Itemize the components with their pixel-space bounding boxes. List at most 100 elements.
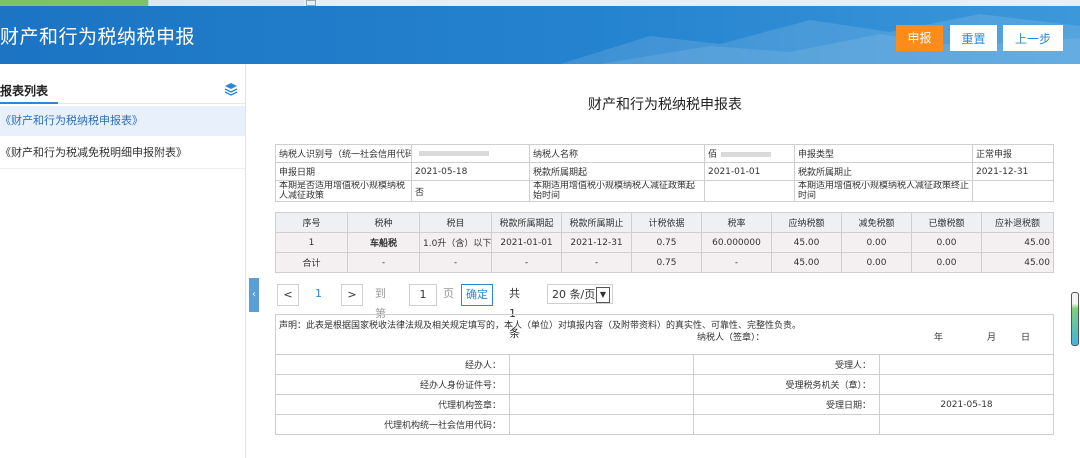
declare-date-value: 2021-05-18	[411, 162, 530, 181]
next-page-button[interactable]: >	[341, 284, 363, 306]
current-page-number[interactable]: 1	[315, 284, 322, 304]
total-cell: -	[561, 252, 632, 273]
total-cell: -	[419, 252, 492, 273]
column-header: 减免税额	[841, 212, 912, 233]
page-size-value: 20 条/页	[552, 288, 596, 301]
day-label: 日	[1021, 333, 1031, 343]
total-cell: 0.00	[841, 252, 912, 273]
page-title: 财产和行为税纳税申报	[0, 26, 196, 48]
previous-step-button[interactable]: 上一步	[1003, 25, 1063, 51]
org-seal-value	[509, 394, 694, 415]
taxpayer-sign-label: 纳税人（签章）：	[697, 333, 765, 343]
declare-date-label: 申报日期	[275, 162, 412, 181]
agent-label: 经办人：	[275, 354, 510, 375]
declaration-statement-cell: 声明：此表是根据国家税收法律法规及相关规定填写的，本人（单位）对填报内容（及附带…	[274, 314, 1055, 355]
table-cell: 1	[275, 232, 348, 253]
policy-end-label: 本期适用增值税小规模纳税人减征政策终止时间	[794, 180, 973, 202]
total-cell: 0.00	[911, 252, 982, 273]
total-count: 共1条	[509, 287, 520, 340]
table-cell: 0.00	[841, 232, 912, 253]
layers-icon[interactable]	[224, 82, 238, 96]
table-header-row: 序号 税种 税目 税款所属期起 税款所属期止 计税依据 税率 应纳税额 减免税额…	[275, 212, 1054, 233]
table-cell: 2021-12-31	[561, 232, 632, 253]
policy-start-label: 本期适用增值税小规模纳税人减征政策起始时间	[529, 180, 705, 202]
column-header: 税款所属期起	[491, 212, 562, 233]
total-cell: 0.75	[631, 252, 702, 273]
total-cell: 45.00	[981, 252, 1054, 273]
redacted-value	[721, 152, 772, 157]
column-header: 计税依据	[631, 212, 702, 233]
column-header: 税种	[347, 212, 420, 233]
declare-type-label: 申报类型	[794, 144, 973, 163]
empty-cell	[878, 414, 1055, 435]
total-cell: -	[347, 252, 420, 273]
page-label: 页	[443, 287, 454, 300]
accept-date-value: 2021-05-18	[878, 394, 1055, 415]
goto-page-input[interactable]: 1	[409, 284, 437, 306]
policy-start-value	[704, 180, 795, 202]
org-seal-label: 代理机构签章：	[275, 394, 510, 415]
app-header: 财产和行为税纳税申报 申报 重置 上一步	[0, 6, 1080, 64]
accept-date-label: 受理日期：	[693, 394, 880, 415]
table-cell: 2021-01-01	[491, 232, 562, 253]
total-cell: 合计	[275, 252, 348, 273]
declaration-table: 声明：此表是根据国家税收法律法规及相关规定填写的，本人（单位）对填报内容（及附带…	[274, 314, 1055, 435]
tax-office-value	[878, 374, 1055, 395]
total-cell: -	[701, 252, 772, 273]
goto-label: 到第	[375, 287, 386, 320]
taxpayer-name-value: 佰	[704, 144, 795, 163]
vertical-scrollbar[interactable]	[1071, 292, 1079, 346]
table-cell: 0.75	[631, 232, 702, 253]
sidebar-item-tax-report[interactable]: 《财产和行为税纳税申报表》	[0, 106, 245, 136]
small-scale-label: 本期是否适用增值税小规模纳税人减征政策	[275, 180, 412, 202]
org-code-label: 代理机构统一社会信用代码：	[275, 414, 510, 435]
receiver-value	[878, 354, 1055, 375]
prev-page-button[interactable]: <	[277, 284, 299, 306]
taxpayer-id-value	[411, 144, 530, 163]
small-scale-value: 否	[411, 180, 530, 202]
form-title: 财产和行为税纳税申报表	[588, 97, 742, 113]
agent-id-value	[509, 374, 694, 395]
org-code-value	[509, 414, 694, 435]
column-header: 序号	[275, 212, 348, 233]
period-start-label: 税款所属期起	[529, 162, 705, 181]
column-header: 税率	[701, 212, 772, 233]
declare-type-value: 正常申报	[972, 144, 1054, 163]
collapse-sidebar-button[interactable]: ‹	[249, 278, 259, 312]
year-label: 年	[934, 333, 944, 343]
table-cell: 45.00	[981, 232, 1054, 253]
column-header: 应纳税额	[771, 212, 842, 233]
period-end-value: 2021-12-31	[972, 162, 1054, 181]
agent-id-label: 经办人身份证件号：	[275, 374, 510, 395]
table-row[interactable]: 1 车船税 1.0升（含）以下 2021-01-01 2021-12-31 0.…	[275, 232, 1054, 253]
taxpayer-info-table: 纳税人识别号（统一社会信用代码） 纳税人名称 佰 申报类型 正常申报 申报日期 …	[275, 144, 1054, 202]
chevron-down-icon[interactable]: ▼	[596, 287, 610, 303]
table-cell: 车船税	[347, 232, 420, 253]
column-header: 税款所属期止	[561, 212, 632, 233]
confirm-page-button[interactable]: 确定	[461, 284, 493, 306]
table-cell: 45.00	[771, 232, 842, 253]
sidebar-heading-underline	[0, 102, 58, 104]
redacted-value	[419, 150, 489, 156]
column-header: 应补退税额	[981, 212, 1054, 233]
tax-detail-table: 序号 税种 税目 税款所属期起 税款所属期止 计税依据 税率 应纳税额 减免税额…	[275, 212, 1054, 273]
receiver-label: 受理人：	[693, 354, 880, 375]
total-cell: 45.00	[771, 252, 842, 273]
period-start-value: 2021-01-01	[704, 162, 795, 181]
taxpayer-id-label: 纳税人识别号（统一社会信用代码）	[275, 144, 412, 163]
page-size-select[interactable]: 20 条/页 ▼	[547, 284, 613, 304]
empty-cell	[693, 414, 880, 435]
period-end-label: 税款所属期止	[794, 162, 973, 181]
table-cell: 1.0升（含）以下	[419, 232, 492, 253]
total-row: 合计 - - - - 0.75 - 45.00 0.00 0.00 45.00	[275, 252, 1054, 273]
submit-button[interactable]: 申报	[896, 25, 943, 51]
sidebar-item-reduction-schedule[interactable]: 《财产和行为税减免税明细申报附表》	[0, 138, 245, 169]
sidebar-heading: 报表列表	[0, 84, 49, 98]
reset-button[interactable]: 重置	[950, 25, 997, 51]
declaration-statement: 声明：此表是根据国家税收法律法规及相关规定填写的，本人（单位）对填报内容（及附带…	[279, 321, 802, 331]
column-header: 已缴税额	[911, 212, 982, 233]
taxpayer-name-label: 纳税人名称	[529, 144, 705, 163]
total-cell: -	[491, 252, 562, 273]
agent-value	[509, 354, 694, 375]
month-label: 月	[987, 333, 997, 343]
